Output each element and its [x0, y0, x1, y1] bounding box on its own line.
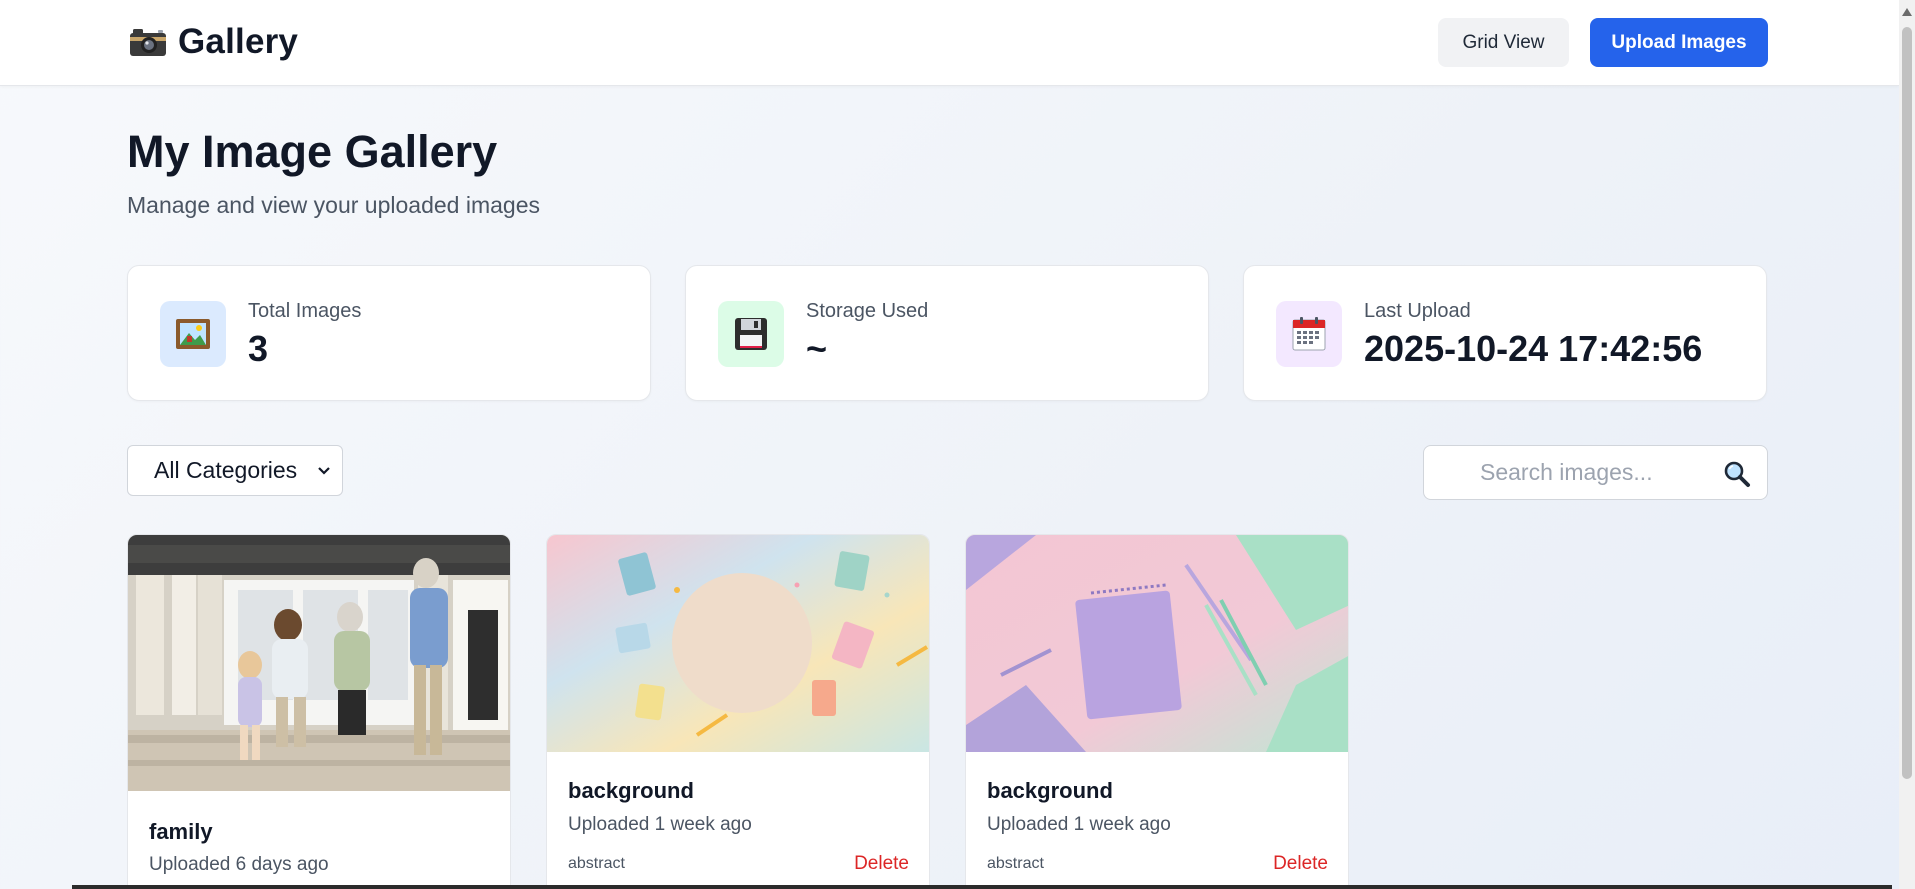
page-title: My Image Gallery [127, 126, 498, 177]
stat-label: Storage Used [806, 300, 929, 322]
stat-value: 2025-10-24 17:42:56 [1364, 328, 1703, 369]
image-thumbnail-family[interactable] [128, 535, 510, 791]
stat-value: ~ [806, 328, 828, 369]
delete-button[interactable]: Delete [1273, 853, 1328, 875]
top-navbar: Gallery Grid View Upload Images [0, 0, 1899, 86]
brand-title: Gallery [178, 22, 299, 61]
image-card[interactable]: background Uploaded 1 week ago abstract … [965, 534, 1349, 889]
page-scrollbar[interactable] [1899, 0, 1915, 889]
grid-view-button[interactable]: Grid View [1438, 18, 1569, 67]
image-thumbnail-background[interactable] [547, 535, 929, 752]
category-select-value: All Categories [154, 457, 298, 483]
search-input[interactable] [1426, 448, 1706, 497]
scroll-up-arrow-icon[interactable] [1902, 3, 1912, 21]
magnifier-icon[interactable] [1723, 460, 1751, 493]
scrollbar-thumb[interactable] [1902, 27, 1912, 779]
image-thumbnail-background[interactable] [966, 535, 1348, 752]
image-upload-time: Uploaded 1 week ago [987, 814, 1171, 835]
stat-label: Total Images [248, 300, 362, 322]
stat-label: Last Upload [1364, 300, 1471, 322]
stat-card-total-images: Total Images 3 [127, 265, 651, 401]
framed-picture-icon [160, 301, 226, 367]
delete-button[interactable]: Delete [854, 853, 909, 875]
camera-icon [128, 22, 168, 62]
page-subtitle: Manage and view your uploaded images [127, 192, 540, 218]
brand[interactable]: Gallery [128, 22, 298, 62]
stat-card-storage-used: Storage Used ~ [685, 265, 1209, 401]
image-category-tag: abstract [568, 855, 625, 872]
image-title: background [568, 778, 694, 803]
image-category-tag: abstract [987, 855, 1044, 872]
calendar-icon [1276, 301, 1342, 367]
chevron-down-icon [316, 459, 332, 489]
image-card[interactable]: background Uploaded 1 week ago abstract … [546, 534, 930, 889]
image-title: background [987, 778, 1113, 803]
bottom-edge [72, 885, 1892, 889]
search-box [1423, 445, 1768, 500]
image-card[interactable]: family Uploaded 6 days ago [127, 534, 511, 889]
floppy-disk-icon [718, 301, 784, 367]
stat-value: 3 [248, 328, 269, 369]
stat-card-last-upload: Last Upload 2025-10-24 17:42:56 [1243, 265, 1767, 401]
image-title: family [149, 819, 213, 844]
upload-images-button[interactable]: Upload Images [1590, 18, 1768, 67]
image-upload-time: Uploaded 1 week ago [568, 814, 752, 835]
category-select[interactable]: All Categories [127, 445, 343, 496]
image-upload-time: Uploaded 6 days ago [149, 854, 329, 875]
